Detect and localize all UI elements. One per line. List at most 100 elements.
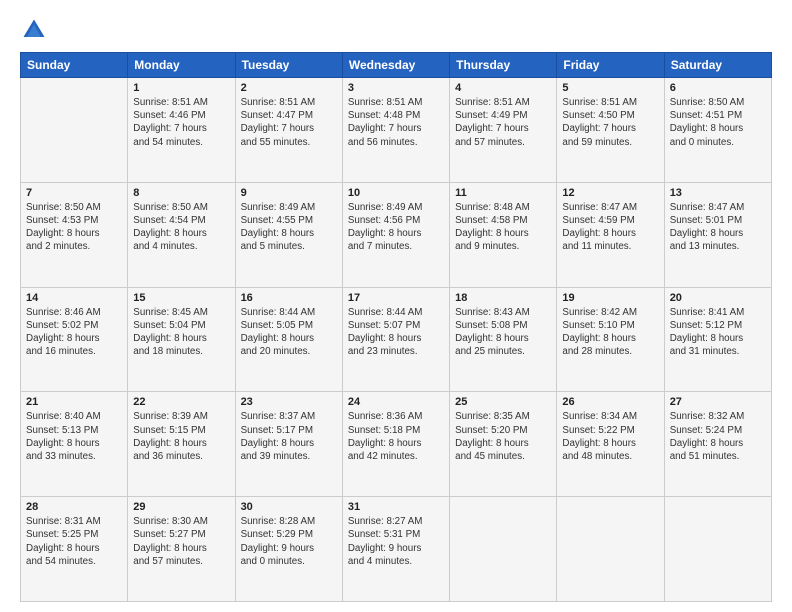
day-info: Sunrise: 8:50 AM Sunset: 4:54 PM Dayligh…	[133, 201, 229, 254]
day-info: Sunrise: 8:28 AM Sunset: 5:29 PM Dayligh…	[241, 515, 337, 568]
calendar-cell: 14Sunrise: 8:46 AM Sunset: 5:02 PM Dayli…	[21, 287, 128, 392]
day-number: 28	[26, 501, 122, 513]
day-info: Sunrise: 8:45 AM Sunset: 5:04 PM Dayligh…	[133, 306, 229, 359]
day-info: Sunrise: 8:47 AM Sunset: 5:01 PM Dayligh…	[670, 201, 766, 254]
day-number: 4	[455, 82, 551, 94]
weekday-tuesday: Tuesday	[235, 53, 342, 78]
day-number: 12	[562, 187, 658, 199]
calendar-cell: 24 Sunrise: 8:36 AM Sunset: 5:18 PM Dayli…	[342, 392, 449, 497]
day-info: Sunrise: 8:44 AM Sunset: 5:05 PM Dayligh…	[241, 306, 337, 359]
calendar-cell: 21Sunrise: 8:40 AM Sunset: 5:13 PM Dayli…	[21, 392, 128, 497]
calendar-cell: 20 Sunrise: 8:41 AM Sunset: 5:12 PM Dayli…	[664, 287, 771, 392]
week-row-3: 14Sunrise: 8:46 AM Sunset: 5:02 PM Dayli…	[21, 287, 772, 392]
calendar-cell: 9Sunrise: 8:49 AM Sunset: 4:55 PM Daylig…	[235, 182, 342, 287]
logo-icon	[20, 16, 48, 44]
calendar-cell: 30Sunrise: 8:28 AM Sunset: 5:29 PM Dayli…	[235, 497, 342, 602]
day-number: 31	[348, 501, 444, 513]
day-number: 27	[670, 396, 766, 408]
calendar-cell: 27 Sunrise: 8:32 AM Sunset: 5:24 PM Dayli…	[664, 392, 771, 497]
calendar-cell	[450, 497, 557, 602]
day-info: Sunrise: 8:32 AM Sunset: 5:24 PM Dayligh…	[670, 410, 766, 463]
day-number: 13	[670, 187, 766, 199]
day-info: Sunrise: 8:31 AM Sunset: 5:25 PM Dayligh…	[26, 515, 122, 568]
day-number: 15	[133, 292, 229, 304]
day-number: 1	[133, 82, 229, 94]
day-info: Sunrise: 8:37 AM Sunset: 5:17 PM Dayligh…	[241, 410, 337, 463]
day-number: 14	[26, 292, 122, 304]
calendar-body: 1 Sunrise: 8:51 AM Sunset: 4:46 PM Daylig…	[21, 78, 772, 602]
day-info: Sunrise: 8:50 AM Sunset: 4:51 PM Dayligh…	[670, 96, 766, 149]
day-number: 6	[670, 82, 766, 94]
day-info: Sunrise: 8:36 AM Sunset: 5:18 PM Dayligh…	[348, 410, 444, 463]
calendar-cell: 3 Sunrise: 8:51 AM Sunset: 4:48 PM Daylig…	[342, 78, 449, 183]
weekday-header-row: SundayMondayTuesdayWednesdayThursdayFrid…	[21, 53, 772, 78]
calendar-cell: 13 Sunrise: 8:47 AM Sunset: 5:01 PM Dayli…	[664, 182, 771, 287]
day-number: 22	[133, 396, 229, 408]
day-number: 10	[348, 187, 444, 199]
day-number: 11	[455, 187, 551, 199]
day-info: Sunrise: 8:51 AM Sunset: 4:49 PM Dayligh…	[455, 96, 551, 149]
calendar-cell: 29 Sunrise: 8:30 AM Sunset: 5:27 PM Dayli…	[128, 497, 235, 602]
calendar-cell	[557, 497, 664, 602]
day-info: Sunrise: 8:49 AM Sunset: 4:56 PM Dayligh…	[348, 201, 444, 254]
day-number: 24	[348, 396, 444, 408]
day-info: Sunrise: 8:51 AM Sunset: 4:47 PM Dayligh…	[241, 96, 337, 149]
day-info: Sunrise: 8:48 AM Sunset: 4:58 PM Dayligh…	[455, 201, 551, 254]
day-info: Sunrise: 8:47 AM Sunset: 4:59 PM Dayligh…	[562, 201, 658, 254]
calendar-cell: 25Sunrise: 8:35 AM Sunset: 5:20 PM Dayli…	[450, 392, 557, 497]
calendar-header: SundayMondayTuesdayWednesdayThursdayFrid…	[21, 53, 772, 78]
logo	[20, 16, 50, 44]
week-row-4: 21Sunrise: 8:40 AM Sunset: 5:13 PM Dayli…	[21, 392, 772, 497]
day-info: Sunrise: 8:50 AM Sunset: 4:53 PM Dayligh…	[26, 201, 122, 254]
day-number: 26	[562, 396, 658, 408]
calendar-cell: 4 Sunrise: 8:51 AM Sunset: 4:49 PM Daylig…	[450, 78, 557, 183]
day-info: Sunrise: 8:35 AM Sunset: 5:20 PM Dayligh…	[455, 410, 551, 463]
calendar-cell: 26 Sunrise: 8:34 AM Sunset: 5:22 PM Dayli…	[557, 392, 664, 497]
calendar-cell: 10 Sunrise: 8:49 AM Sunset: 4:56 PM Dayli…	[342, 182, 449, 287]
day-number: 19	[562, 292, 658, 304]
page: SundayMondayTuesdayWednesdayThursdayFrid…	[0, 0, 792, 612]
calendar-cell: 17Sunrise: 8:44 AM Sunset: 5:07 PM Dayli…	[342, 287, 449, 392]
day-info: Sunrise: 8:30 AM Sunset: 5:27 PM Dayligh…	[133, 515, 229, 568]
day-info: Sunrise: 8:41 AM Sunset: 5:12 PM Dayligh…	[670, 306, 766, 359]
calendar-cell: 31 Sunrise: 8:27 AM Sunset: 5:31 PM Dayli…	[342, 497, 449, 602]
day-number: 2	[241, 82, 337, 94]
calendar-cell: 1 Sunrise: 8:51 AM Sunset: 4:46 PM Daylig…	[128, 78, 235, 183]
day-info: Sunrise: 8:51 AM Sunset: 4:48 PM Dayligh…	[348, 96, 444, 149]
day-number: 21	[26, 396, 122, 408]
day-number: 29	[133, 501, 229, 513]
day-number: 17	[348, 292, 444, 304]
calendar-cell: 6 Sunrise: 8:50 AM Sunset: 4:51 PM Daylig…	[664, 78, 771, 183]
calendar-cell: 19Sunrise: 8:42 AM Sunset: 5:10 PM Dayli…	[557, 287, 664, 392]
calendar-cell: 11 Sunrise: 8:48 AM Sunset: 4:58 PM Dayli…	[450, 182, 557, 287]
calendar-cell: 28 Sunrise: 8:31 AM Sunset: 5:25 PM Dayli…	[21, 497, 128, 602]
weekday-friday: Friday	[557, 53, 664, 78]
day-info: Sunrise: 8:51 AM Sunset: 4:50 PM Dayligh…	[562, 96, 658, 149]
day-info: Sunrise: 8:49 AM Sunset: 4:55 PM Dayligh…	[241, 201, 337, 254]
day-number: 7	[26, 187, 122, 199]
day-info: Sunrise: 8:51 AM Sunset: 4:46 PM Dayligh…	[133, 96, 229, 149]
calendar-cell: 18 Sunrise: 8:43 AM Sunset: 5:08 PM Dayli…	[450, 287, 557, 392]
calendar-cell: 8Sunrise: 8:50 AM Sunset: 4:54 PM Daylig…	[128, 182, 235, 287]
day-number: 16	[241, 292, 337, 304]
day-number: 20	[670, 292, 766, 304]
calendar-cell: 15 Sunrise: 8:45 AM Sunset: 5:04 PM Dayli…	[128, 287, 235, 392]
calendar-cell: 12 Sunrise: 8:47 AM Sunset: 4:59 PM Dayli…	[557, 182, 664, 287]
calendar: SundayMondayTuesdayWednesdayThursdayFrid…	[20, 52, 772, 602]
day-info: Sunrise: 8:34 AM Sunset: 5:22 PM Dayligh…	[562, 410, 658, 463]
header	[20, 16, 772, 44]
week-row-2: 7 Sunrise: 8:50 AM Sunset: 4:53 PM Daylig…	[21, 182, 772, 287]
weekday-thursday: Thursday	[450, 53, 557, 78]
day-number: 3	[348, 82, 444, 94]
day-number: 23	[241, 396, 337, 408]
weekday-wednesday: Wednesday	[342, 53, 449, 78]
day-number: 18	[455, 292, 551, 304]
calendar-cell: 22 Sunrise: 8:39 AM Sunset: 5:15 PM Dayli…	[128, 392, 235, 497]
day-info: Sunrise: 8:39 AM Sunset: 5:15 PM Dayligh…	[133, 410, 229, 463]
calendar-cell: 16 Sunrise: 8:44 AM Sunset: 5:05 PM Dayli…	[235, 287, 342, 392]
calendar-cell: 5Sunrise: 8:51 AM Sunset: 4:50 PM Daylig…	[557, 78, 664, 183]
weekday-saturday: Saturday	[664, 53, 771, 78]
calendar-cell	[21, 78, 128, 183]
day-info: Sunrise: 8:27 AM Sunset: 5:31 PM Dayligh…	[348, 515, 444, 568]
day-info: Sunrise: 8:43 AM Sunset: 5:08 PM Dayligh…	[455, 306, 551, 359]
